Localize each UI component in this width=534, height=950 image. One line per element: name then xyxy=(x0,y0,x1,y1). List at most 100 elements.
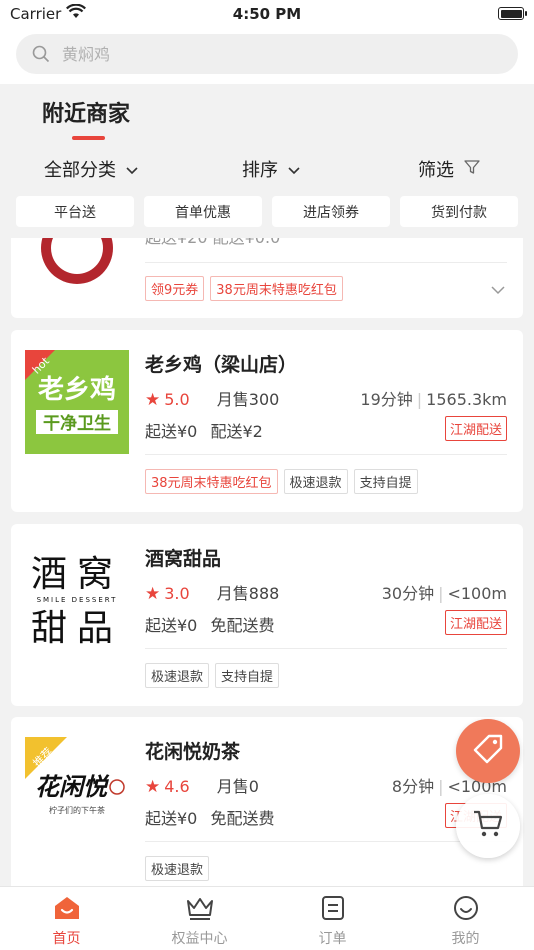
store-rating: 4.6 xyxy=(164,777,190,796)
store-logo xyxy=(25,238,129,300)
search-icon xyxy=(32,45,50,67)
store-logo: hot 老乡鸡 干净卫生 xyxy=(25,350,129,454)
store-time-distance: 19分钟 | 1565.3km xyxy=(360,390,507,409)
home-icon xyxy=(53,895,81,925)
smile-icon xyxy=(453,895,479,925)
logo-text: 老乡鸡 xyxy=(38,374,116,405)
store-min-order: 起送¥0 xyxy=(145,809,198,828)
tab-orders[interactable]: 订单 xyxy=(266,887,399,950)
store-time: 19分钟 xyxy=(360,390,413,409)
tag-first-order[interactable]: 首单优惠 xyxy=(144,196,262,227)
store-fee-row: 起送¥0 免配送费 xyxy=(145,805,274,829)
chevron-down-icon[interactable] xyxy=(491,280,505,299)
cart-fab-button[interactable] xyxy=(456,794,520,858)
chevron-down-icon xyxy=(126,159,138,180)
promo-chip: 领9元券 xyxy=(145,276,205,301)
store-rating: 5.0 xyxy=(164,390,190,409)
coupon-fab-button[interactable] xyxy=(456,719,520,783)
store-sales: 月售300 xyxy=(216,390,280,409)
store-rating-row: ★ 5.0 月售300 xyxy=(145,386,279,410)
filter-bar: 全部分类 排序 筛选 xyxy=(0,150,534,186)
store-fee-row: 起送¥0 免配送费 xyxy=(145,612,274,636)
tab-profile-label: 我的 xyxy=(451,931,480,947)
quick-tags: 平台送 首单优惠 进店领券 货到付款 xyxy=(0,196,534,228)
store-name: 花闲悦奶茶 xyxy=(145,741,241,763)
store-delivery-fee: 配送¥2 xyxy=(210,422,263,441)
store-name: 酒窝甜品 xyxy=(145,548,222,570)
screen-filter-label: 筛选 xyxy=(418,160,454,181)
store-min-order: 起送¥0 xyxy=(145,616,198,635)
chevron-down-icon xyxy=(288,159,300,180)
order-icon xyxy=(321,895,345,925)
tag-cash-on-delivery[interactable]: 货到付款 xyxy=(400,196,518,227)
promo-chips: 领9元券 38元周末特惠吃红包 xyxy=(145,276,343,301)
store-rating-row: ★ 3.0 月售888 xyxy=(145,580,279,604)
store-card[interactable]: 推荐 花闲悦 柠子们的下午茶 花闲悦奶茶 ★ 4.6 月售0 8分钟 | <100m … xyxy=(11,717,523,886)
store-sales: 月售888 xyxy=(216,584,280,603)
store-time: 8分钟 xyxy=(391,777,435,796)
tag-icon xyxy=(471,732,505,770)
store-distance: 1565.3km xyxy=(426,390,507,409)
logo-slogan: 干净卫生 xyxy=(43,413,111,434)
search-input[interactable] xyxy=(62,34,482,74)
promo-chip: 38元周末特惠吃红包 xyxy=(145,469,278,494)
delivery-badge: 江湖配送 xyxy=(444,416,507,441)
tag-coupon[interactable]: 进店领券 xyxy=(272,196,390,227)
store-time: 30分钟 xyxy=(381,584,435,603)
logo-text: 酒窝 xyxy=(31,554,123,595)
store-min-order: 起送¥0 xyxy=(145,422,198,441)
store-rating: 3.0 xyxy=(164,584,190,603)
store-card[interactable]: 酒窝 SMILE DESSERT 甜品 酒窝甜品 ★ 3.0 月售888 30分钟… xyxy=(11,524,523,706)
category-filter[interactable]: 全部分类 xyxy=(44,156,138,182)
tab-benefits[interactable]: 权益中心 xyxy=(133,887,266,950)
store-delivery-fee: 免配送费 xyxy=(210,616,275,635)
store-rating-row: ★ 4.6 月售0 xyxy=(145,773,259,797)
store-delivery-fee: 免配送费 xyxy=(210,809,275,828)
divider xyxy=(145,454,507,455)
store-card[interactable]: hot 老乡鸡 干净卫生 老乡鸡（梁山店） ★ 5.0 月售300 19分钟 | 15… xyxy=(11,330,523,512)
clock: 4:50 PM xyxy=(232,5,302,23)
tab-orders-label: 订单 xyxy=(318,931,347,947)
tab-benefits-label: 权益中心 xyxy=(171,931,228,947)
funnel-icon xyxy=(464,159,480,180)
tab-profile[interactable]: 我的 xyxy=(399,887,532,950)
search-box[interactable] xyxy=(16,34,518,74)
service-chip: 极速退款 xyxy=(145,856,210,881)
logo-subtext: SMILE DESSERT xyxy=(37,596,118,604)
service-chip: 极速退款 xyxy=(283,469,348,494)
service-chips: 极速退款 支持自提 xyxy=(145,663,280,688)
tab-home[interactable]: 首页 xyxy=(0,887,133,950)
store-time-distance: 30分钟 | <100m xyxy=(381,584,507,603)
star-icon: ★ xyxy=(145,777,161,797)
status-bar: Carrier 4:50 PM xyxy=(0,0,534,28)
divider xyxy=(145,841,507,842)
sort-filter-label: 排序 xyxy=(242,160,278,181)
category-filter-label: 全部分类 xyxy=(44,160,116,181)
store-name: 老乡鸡（梁山店） xyxy=(145,354,298,376)
sort-filter[interactable]: 排序 xyxy=(242,156,300,182)
divider xyxy=(145,262,507,263)
screen-filter[interactable]: 筛选 xyxy=(418,156,480,182)
store-fee-row: 起送¥0 配送¥2 xyxy=(145,418,263,442)
service-chip: 极速退款 xyxy=(145,663,210,688)
logo-text: 花闲悦 xyxy=(35,772,110,801)
service-chip: 支持自提 xyxy=(353,469,418,494)
search-bar xyxy=(0,28,534,84)
service-chip: 支持自提 xyxy=(215,663,280,688)
tag-platform-delivery[interactable]: 平台送 xyxy=(16,196,134,227)
store-list: 起送¥20 配送¥0.0 领9元券 38元周末特惠吃红包 hot 老乡鸡 干净卫… xyxy=(0,238,534,886)
cart-icon xyxy=(472,809,504,843)
store-distance: <100m xyxy=(447,584,507,603)
tab-home-label: 首页 xyxy=(52,931,81,947)
logo-subtext: 柠子们的下午茶 xyxy=(49,805,105,815)
service-chips: 极速退款 xyxy=(145,856,210,881)
star-icon: ★ xyxy=(145,390,161,410)
promo-chips: 38元周末特惠吃红包 极速退款 支持自提 xyxy=(145,469,418,494)
divider xyxy=(145,648,507,649)
store-card-partial[interactable]: 起送¥20 配送¥0.0 领9元券 38元周末特惠吃红包 xyxy=(11,238,523,318)
delivery-badge: 江湖配送 xyxy=(444,610,507,635)
store-logo: 酒窝 SMILE DESSERT 甜品 xyxy=(25,544,129,649)
logo-text: 甜品 xyxy=(31,608,123,648)
crown-icon xyxy=(185,895,215,925)
promo-chip: 38元周末特惠吃红包 xyxy=(210,276,343,301)
